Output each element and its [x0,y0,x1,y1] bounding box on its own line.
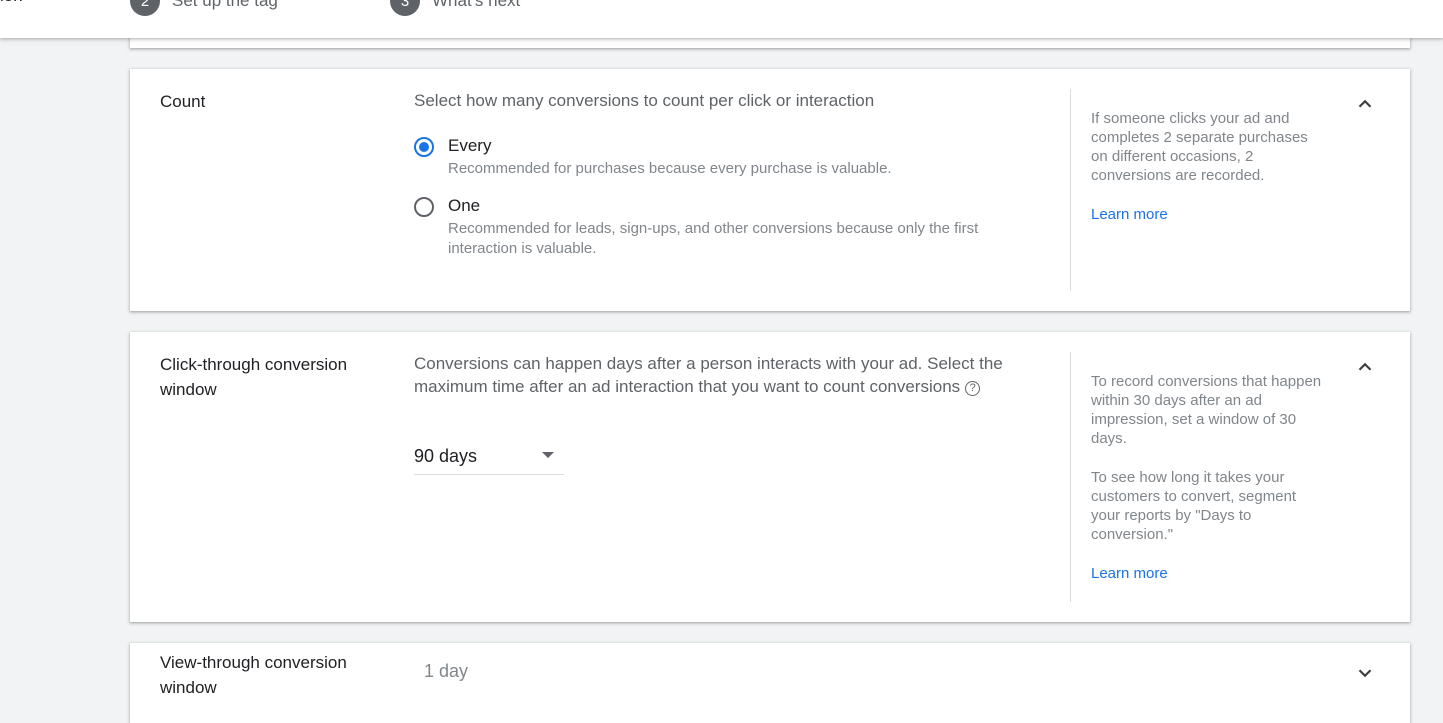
radio-label-one[interactable]: One [448,194,1028,218]
count-help-panel: If someone clicks your ad and completes … [1091,109,1323,224]
count-question: Select how many conversions to count per… [414,91,875,110]
step-3-label: What's next [432,0,521,10]
help-divider [1070,352,1071,602]
help-divider [1070,89,1071,291]
radio-button-one[interactable] [414,197,434,217]
click-through-help-text-2: To see how long it takes your customers … [1091,469,1297,543]
click-through-help-panel: To record conversions that happen within… [1091,372,1323,583]
view-through-title: View-through conversion window [160,653,347,697]
click-through-title: Click-through conversion window [160,355,348,399]
conversion-window-value: 90 days [414,446,478,466]
dropdown-arrow-icon [542,452,554,458]
conversion-window-select[interactable]: 90 days [414,440,564,475]
count-title: Count [160,92,206,111]
radio-button-every[interactable] [414,137,434,157]
radio-label-every[interactable]: Every [448,134,1028,158]
click-through-learn-more-link[interactable]: Learn more [1091,565,1168,582]
click-through-help-text-1: To record conversions that happen within… [1091,373,1322,447]
step-2-number: 2 [130,0,160,16]
chevron-down-icon [1358,669,1372,678]
radio-option-one[interactable]: One Recommended for leads, sign-ups, and… [414,194,1028,259]
step-2[interactable]: 2 Set up the tag [130,0,278,16]
chevron-up-icon [1358,362,1372,371]
radio-option-every[interactable]: Every Recommended for purchases because … [414,134,1028,179]
click-through-question-text: Conversions can happen days after a pers… [414,354,1003,396]
step-1-label[interactable]: ion [0,0,23,6]
click-through-question: Conversions can happen days after a pers… [414,352,1044,398]
count-learn-more-link[interactable]: Learn more [1091,206,1168,223]
stepper-bar: ion 2 Set up the tag 3 What's next [0,0,1443,38]
view-through-section[interactable]: View-through conversion window 1 day [130,643,1410,723]
chevron-up-icon [1358,99,1372,108]
count-collapse-button[interactable] [1354,93,1376,115]
step-3[interactable]: 3 What's next [390,0,520,16]
count-section: Count Select how many conversions to cou… [130,69,1410,311]
view-through-value: 1 day [424,661,469,681]
click-through-collapse-button[interactable] [1354,356,1376,378]
help-circle-icon[interactable]: ? [965,381,981,396]
radio-desc-one: Recommended for leads, sign-ups, and oth… [448,220,979,257]
step-3-number: 3 [390,0,420,16]
click-through-section: Click-through conversion window Conversi… [130,332,1410,622]
view-through-expand-button[interactable] [1354,662,1376,684]
radio-desc-every: Recommended for purchases because every … [448,160,892,177]
count-help-text: If someone clicks your ad and completes … [1091,110,1308,184]
step-2-label: Set up the tag [172,0,278,10]
